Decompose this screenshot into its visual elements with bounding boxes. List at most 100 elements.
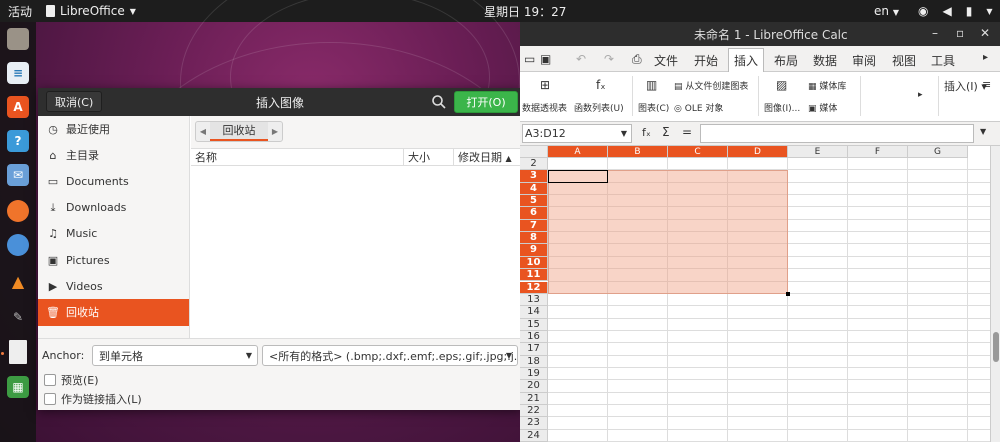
- tab-view[interactable]: 视图: [892, 52, 916, 69]
- gimp-icon[interactable]: ✎: [7, 306, 29, 328]
- row-header-23[interactable]: 23: [520, 417, 548, 430]
- help-icon[interactable]: ?: [7, 130, 29, 152]
- path-segment[interactable]: 回收站: [210, 122, 268, 141]
- pivot-table-button[interactable]: 数据透视表: [522, 101, 567, 114]
- chart-button[interactable]: 图表(C): [638, 101, 669, 114]
- tab-home[interactable]: 开始: [694, 52, 718, 69]
- toolbar-menu-icon[interactable]: ≡: [982, 78, 991, 91]
- function-list-button[interactable]: 函数列表(U): [574, 101, 624, 114]
- firefox-icon[interactable]: [7, 200, 29, 222]
- redo-icon[interactable]: ↷: [604, 52, 614, 66]
- more-tabs-icon[interactable]: ▸: [983, 52, 988, 63]
- place-downloads[interactable]: ⤓ Downloads: [38, 195, 189, 221]
- tab-layout[interactable]: 布局: [774, 52, 798, 69]
- row-header-2[interactable]: 2: [520, 158, 548, 171]
- sidebar-toggle-icon[interactable]: ▭: [524, 52, 535, 66]
- active-cell[interactable]: [548, 170, 608, 183]
- row-header-24[interactable]: 24: [520, 429, 548, 442]
- chevron-left-icon[interactable]: ◀: [196, 127, 210, 136]
- system-tray[interactable]: ◉ ◀ ▮ ▼: [918, 4, 992, 18]
- column-size[interactable]: 大小: [404, 149, 454, 165]
- tab-data[interactable]: 数据: [813, 52, 837, 69]
- function-wizard-icon[interactable]: fₓ: [642, 126, 651, 139]
- row-header-17[interactable]: 17: [520, 343, 548, 356]
- print-icon[interactable]: ⎙: [632, 52, 642, 67]
- column-header-b[interactable]: B: [608, 146, 668, 158]
- file-filter-select[interactable]: <所有的格式> (.bmp;.dxf;.emf;.eps;.gif;.jpg;.…: [262, 345, 518, 366]
- row-header-8[interactable]: 8: [520, 232, 548, 245]
- row-header-10[interactable]: 10: [520, 256, 548, 270]
- row-header-9[interactable]: 9: [520, 244, 548, 257]
- row-header-18[interactable]: 18: [520, 355, 548, 368]
- gallery-button[interactable]: ▦ 媒体库: [808, 79, 846, 92]
- vlc-icon[interactable]: ▲: [7, 270, 29, 292]
- chart-icon[interactable]: ▥: [646, 78, 657, 92]
- tab-review[interactable]: 审阅: [852, 52, 876, 69]
- tab-insert[interactable]: 插入: [728, 48, 765, 72]
- writer-icon[interactable]: ≡: [7, 62, 29, 84]
- vertical-scrollbar[interactable]: [990, 146, 1000, 442]
- cancel-button[interactable]: 取消(C): [46, 91, 103, 112]
- formula-input[interactable]: [700, 124, 974, 143]
- row-header-14[interactable]: 14: [520, 306, 548, 319]
- toolbar-more-icon[interactable]: ▸: [918, 90, 923, 100]
- preview-checkbox[interactable]: 预览(E): [44, 372, 99, 388]
- link-checkbox[interactable]: 作为链接插入(L): [44, 391, 142, 407]
- maximize-button[interactable]: ▫: [956, 26, 964, 40]
- files-icon[interactable]: [7, 28, 29, 50]
- place-home[interactable]: ⌂ 主目录: [38, 142, 189, 168]
- row-header-4[interactable]: 4: [520, 182, 548, 196]
- row-header-13[interactable]: 13: [520, 293, 548, 307]
- image-button[interactable]: 图像(I)...: [764, 101, 800, 114]
- chevron-right-icon[interactable]: ▶: [268, 127, 282, 136]
- place-videos[interactable]: ▶ Videos: [38, 273, 189, 299]
- software-center-icon[interactable]: A: [7, 96, 29, 118]
- name-box[interactable]: A3:D12 ▼: [522, 124, 632, 143]
- chromium-icon[interactable]: [7, 234, 29, 256]
- column-name[interactable]: 名称: [191, 149, 404, 165]
- row-header-12[interactable]: 12: [520, 281, 548, 294]
- app-menu[interactable]: LibreOffice ▼: [46, 4, 136, 18]
- column-header-c[interactable]: C: [668, 146, 728, 158]
- column-header-d[interactable]: D: [728, 146, 788, 158]
- open-button[interactable]: 打开(O): [454, 91, 518, 113]
- function-icon[interactable]: fₓ: [596, 78, 606, 92]
- minimize-button[interactable]: –: [932, 26, 938, 40]
- row-header-7[interactable]: 7: [520, 219, 548, 233]
- clock[interactable]: 星期日 19：27: [484, 3, 566, 20]
- media-button[interactable]: ▣ 媒体: [808, 101, 837, 114]
- column-modified[interactable]: 修改日期 ▲: [454, 149, 522, 165]
- row-header-19[interactable]: 19: [520, 367, 548, 381]
- tab-tools[interactable]: 工具: [931, 52, 955, 69]
- close-button[interactable]: ✕: [980, 26, 990, 40]
- select-all-corner[interactable]: [520, 146, 548, 158]
- row-header-3[interactable]: 3: [520, 170, 548, 183]
- fill-handle[interactable]: [786, 291, 790, 296]
- column-header-e[interactable]: E: [788, 146, 848, 158]
- column-header-a[interactable]: A: [548, 146, 608, 158]
- column-header-g[interactable]: G: [908, 146, 968, 158]
- anchor-select[interactable]: 到单元格 ▼: [92, 345, 258, 366]
- equals-icon[interactable]: =: [682, 125, 692, 139]
- row-header-15[interactable]: 15: [520, 318, 548, 331]
- calc-document-icon[interactable]: [9, 340, 27, 364]
- place-documents[interactable]: ▭ Documents: [38, 168, 189, 194]
- row-header-22[interactable]: 22: [520, 405, 548, 418]
- tab-file[interactable]: 文件: [654, 52, 678, 69]
- undo-icon[interactable]: ↶: [576, 52, 586, 66]
- language-indicator[interactable]: en ▼: [874, 4, 899, 18]
- row-header-16[interactable]: 16: [520, 330, 548, 344]
- save-icon[interactable]: ▣: [540, 52, 551, 66]
- ole-object-button[interactable]: ◎ OLE 对象: [674, 101, 723, 114]
- sum-icon[interactable]: Σ: [662, 125, 670, 139]
- search-icon[interactable]: [431, 94, 447, 110]
- row-header-21[interactable]: 21: [520, 392, 548, 405]
- activities-button[interactable]: 活动: [8, 3, 42, 20]
- row-header-11[interactable]: 11: [520, 269, 548, 282]
- pivot-table-icon[interactable]: ⊞: [540, 78, 550, 92]
- column-header-f[interactable]: F: [848, 146, 908, 158]
- mail-icon[interactable]: ✉: [7, 164, 29, 186]
- chart-from-file-button[interactable]: ▤ 从文件创建图表: [674, 79, 748, 92]
- spreadsheet-grid[interactable]: A B C D E F G 2 3 4 5 6 7 8 9 10 11 12 13 14 15 16 17 18 19 20 21 2…: [520, 146, 990, 442]
- place-music[interactable]: ♫ Music: [38, 221, 189, 247]
